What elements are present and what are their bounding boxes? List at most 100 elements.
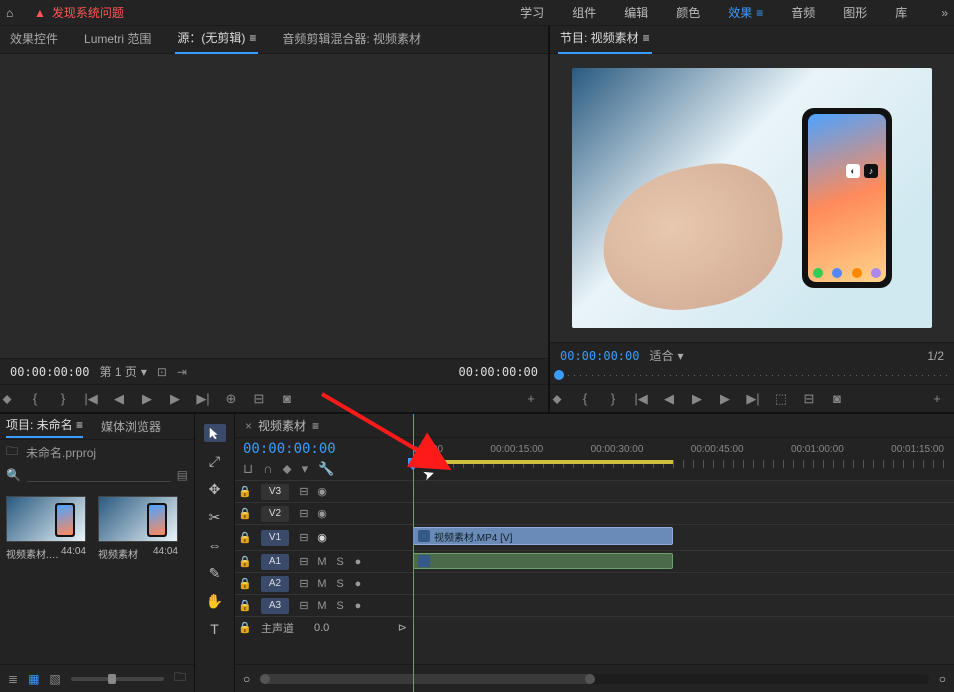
sequence-title[interactable]: 视频素材 [258, 417, 306, 434]
track-output-toggle[interactable]: ⊟ [295, 485, 313, 498]
lock-icon[interactable]: 🔒 [235, 621, 255, 634]
source-page-dropdown[interactable]: 第 1 页▾ [99, 363, 146, 380]
overflow-icon[interactable]: » [941, 6, 948, 20]
track-a2[interactable]: A2 [261, 576, 289, 592]
play-icon[interactable]: ▶ [140, 391, 154, 407]
step-back-icon[interactable]: ◀ [112, 391, 126, 407]
settings-icon[interactable]: 🔧 [318, 461, 334, 477]
project-filename[interactable]: 未命名.prproj [26, 444, 96, 461]
menu-library[interactable]: 库 [895, 4, 907, 21]
solo-toggle[interactable]: S [331, 556, 349, 568]
step-fwd-icon[interactable]: ▶ [718, 391, 732, 407]
program-resolution[interactable]: 1/2 [927, 349, 944, 363]
track-v1[interactable]: V1 [261, 530, 289, 546]
step-fwd-icon[interactable]: ▶ [168, 391, 182, 407]
program-tc-left[interactable]: 00:00:00:00 [560, 349, 639, 363]
bin-icon[interactable]: 🗀 [6, 442, 18, 463]
program-fit-dropdown[interactable]: 适合▾ [649, 347, 683, 364]
track-eye-toggle[interactable]: ◉ [313, 507, 331, 520]
search-icon[interactable]: 🔍 [6, 468, 21, 482]
add-marker-icon[interactable]: ⬥ [283, 461, 292, 477]
export-frame-icon[interactable]: ◙ [280, 391, 294, 406]
play-icon[interactable]: ▶ [690, 391, 704, 407]
mute-toggle[interactable]: M [313, 578, 331, 590]
system-warning[interactable]: ▲ 发现系统问题 [34, 4, 124, 21]
master-value[interactable]: 0.0 [314, 622, 329, 634]
export-frame-icon[interactable]: ◙ [830, 391, 844, 406]
track-a3[interactable]: A3 [261, 598, 289, 614]
voice-toggle[interactable]: ● [349, 556, 367, 568]
panel-menu-icon[interactable]: ≡ [76, 418, 83, 432]
lock-icon[interactable]: 🔒 [235, 507, 255, 520]
marker2-icon[interactable]: ▾ [302, 461, 309, 477]
lock-icon[interactable]: 🔒 [235, 485, 255, 498]
go-out-icon[interactable]: ▶| [196, 391, 210, 407]
go-in-icon[interactable]: |◀ [84, 391, 98, 407]
linked-selection-icon[interactable]: ∩ [263, 461, 272, 477]
filter-icon[interactable]: ▤ [177, 468, 188, 482]
panel-menu-icon[interactable]: ≡ [249, 31, 256, 45]
mark-out-icon[interactable]: } [606, 391, 620, 406]
step-back-icon[interactable]: ◀ [662, 391, 676, 407]
selection-tool[interactable] [204, 424, 226, 442]
master-send-icon[interactable]: ⊳ [398, 621, 407, 634]
source-drag-icon[interactable]: ⇥ [177, 365, 187, 379]
track-output-toggle[interactable]: ⊟ [295, 599, 313, 612]
hand-tool[interactable]: ✋ [204, 592, 226, 610]
button-editor-icon[interactable]: + [524, 391, 538, 406]
home-icon[interactable]: ⌂ [6, 6, 24, 20]
lock-icon[interactable]: 🔒 [235, 599, 255, 612]
ripple-edit-tool[interactable]: ✥ [204, 480, 226, 498]
menu-effects[interactable]: 效果≡ [728, 4, 763, 21]
menu-graphics[interactable]: 图形 [843, 4, 867, 21]
mute-toggle[interactable]: M [313, 600, 331, 612]
track-lanes[interactable]: 视频素材.MP4 [V] [413, 480, 954, 664]
mark-in-icon[interactable]: { [28, 391, 42, 406]
extract-icon[interactable]: ⊟ [802, 391, 816, 407]
slip-tool[interactable]: ⇔ [204, 536, 226, 554]
mute-toggle[interactable]: M [313, 556, 331, 568]
pen-tool[interactable]: ✎ [204, 564, 226, 582]
list-view-icon[interactable]: ≣ [8, 672, 18, 686]
work-area-bar[interactable] [413, 460, 673, 464]
panel-menu-icon[interactable]: ≡ [312, 419, 319, 433]
tab-media-browser[interactable]: 媒体浏览器 [101, 418, 161, 435]
project-search-input[interactable] [27, 469, 171, 482]
snap-icon[interactable]: ⊔ [243, 461, 253, 477]
menu-color[interactable]: 颜色 [676, 4, 700, 21]
track-eye-toggle[interactable]: ◉ [313, 485, 331, 498]
panel-menu-icon[interactable]: ≡ [643, 31, 650, 45]
project-item[interactable]: 视频素材.M… 44:04 [6, 496, 86, 561]
menu-edit[interactable]: 编辑 [624, 4, 648, 21]
zoom-out-icon[interactable]: ○ [243, 672, 250, 686]
source-tc-left[interactable]: 00:00:00:00 [10, 365, 89, 379]
lift-icon[interactable]: ⬚ [774, 391, 788, 407]
audio-clip[interactable] [413, 553, 673, 569]
tab-program[interactable]: 节目: 视频素材≡ [558, 25, 652, 54]
go-out-icon[interactable]: ▶| [746, 391, 760, 407]
tab-source-noclip[interactable]: 源：(无剪辑)≡ [175, 25, 258, 54]
master-track-label[interactable]: 主声道 [261, 620, 294, 636]
solo-toggle[interactable]: S [331, 600, 349, 612]
voice-toggle[interactable]: ● [349, 600, 367, 612]
track-output-toggle[interactable]: ⊟ [295, 577, 313, 590]
type-tool[interactable]: T [204, 620, 226, 638]
new-bin-icon[interactable]: 🗀 [174, 668, 186, 689]
playhead[interactable] [413, 414, 414, 692]
solo-toggle[interactable]: S [331, 578, 349, 590]
lock-icon[interactable]: 🔒 [235, 555, 255, 568]
track-output-toggle[interactable]: ⊟ [295, 555, 313, 568]
lock-icon[interactable]: 🔒 [235, 531, 255, 544]
track-output-toggle[interactable]: ⊟ [295, 531, 313, 544]
track-output-toggle[interactable]: ⊟ [295, 507, 313, 520]
timeline-zoom-scrollbar[interactable] [260, 674, 929, 684]
razor-tool[interactable]: ✂ [204, 508, 226, 526]
lock-icon[interactable]: 🔒 [235, 577, 255, 590]
add-marker-icon[interactable]: ⬥ [0, 391, 14, 407]
freeform-view-icon[interactable]: ▧ [49, 672, 60, 686]
track-a1[interactable]: A1 [261, 554, 289, 570]
tab-effect-controls[interactable]: 效果控件 [8, 26, 60, 53]
overwrite-icon[interactable]: ⊟ [252, 391, 266, 407]
tab-lumetri-scopes[interactable]: Lumetri 范围 [82, 26, 153, 53]
button-editor-icon[interactable]: + [930, 391, 944, 406]
